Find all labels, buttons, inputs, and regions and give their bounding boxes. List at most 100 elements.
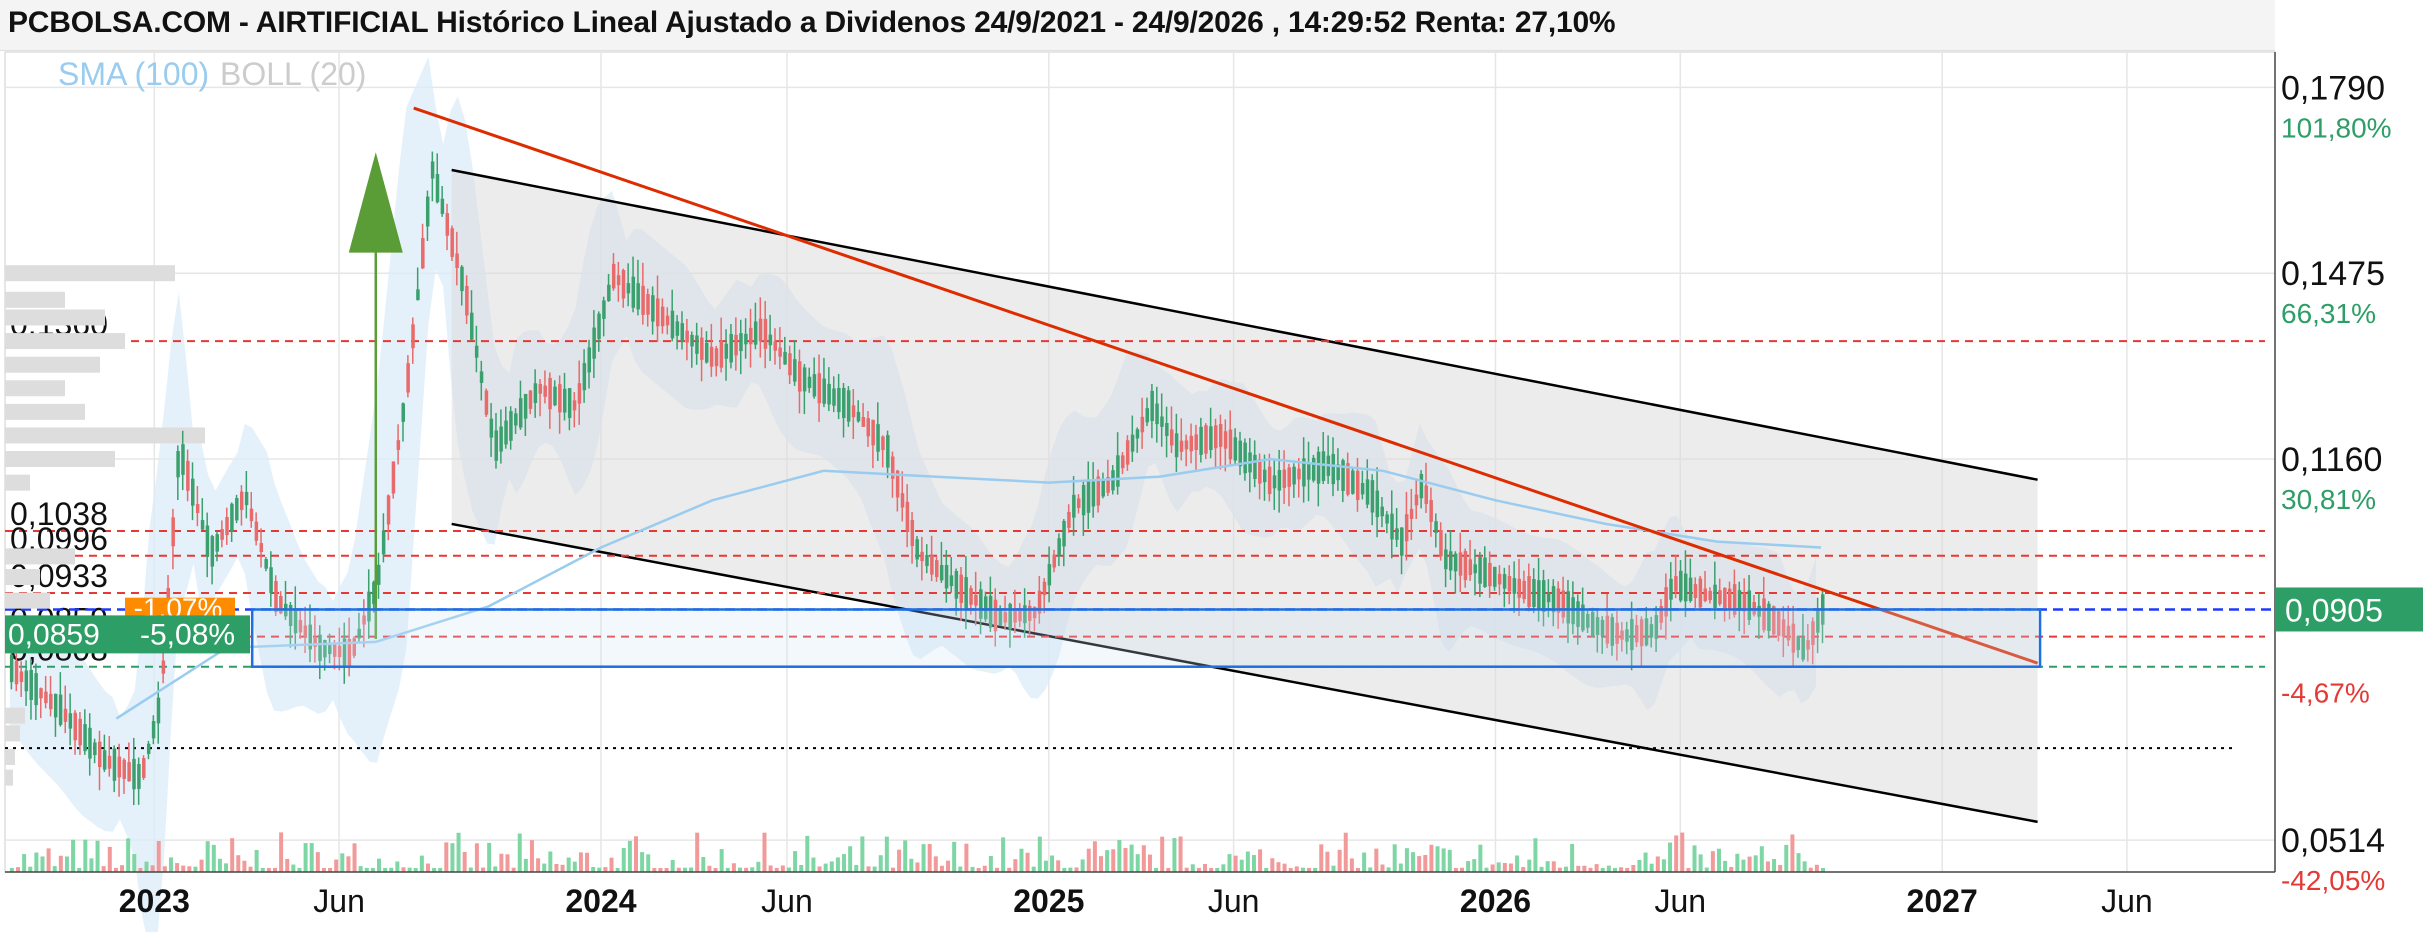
volume-bar bbox=[1160, 836, 1165, 872]
volume-bar bbox=[1172, 838, 1177, 872]
volume-bar bbox=[1411, 852, 1416, 872]
volume-profile-bar bbox=[5, 427, 205, 444]
volume-bar bbox=[542, 863, 547, 872]
candle-body bbox=[616, 275, 621, 286]
volume-bar bbox=[878, 855, 883, 872]
trend-channel bbox=[451, 168, 2038, 824]
candle-body bbox=[1439, 530, 1443, 557]
candle-body bbox=[528, 390, 533, 409]
candle-body bbox=[1688, 577, 1693, 601]
candle-body bbox=[538, 384, 543, 394]
volume-profile-bar bbox=[5, 748, 15, 765]
candle-body bbox=[788, 353, 792, 376]
candle-body bbox=[807, 376, 812, 388]
volume-bar bbox=[1680, 832, 1685, 872]
volume-bar bbox=[1814, 864, 1819, 872]
candle-body bbox=[239, 491, 244, 510]
volume-bar bbox=[83, 839, 88, 872]
candle-body bbox=[514, 413, 518, 426]
candle-body bbox=[822, 378, 826, 404]
candle-body bbox=[558, 384, 562, 413]
candle-body bbox=[49, 693, 53, 710]
volume-bar bbox=[1117, 840, 1122, 872]
candle-body bbox=[842, 387, 846, 419]
candle-body bbox=[264, 559, 268, 569]
time-tick-label: Jun bbox=[1654, 883, 1706, 919]
volume-bar bbox=[1343, 832, 1348, 872]
volume-bar bbox=[1092, 841, 1097, 872]
volume-bar bbox=[1441, 848, 1446, 872]
volume-bar bbox=[1276, 862, 1281, 872]
volume-bar bbox=[811, 857, 816, 872]
candle-body bbox=[107, 755, 112, 769]
volume-bar bbox=[1496, 862, 1501, 872]
volume-bar bbox=[1056, 860, 1061, 872]
volume-profile-bar bbox=[5, 707, 25, 724]
candle-body bbox=[871, 419, 875, 446]
volume-bar bbox=[425, 863, 430, 872]
candle-body bbox=[1169, 429, 1174, 446]
time-tick-label: Jun bbox=[761, 883, 813, 919]
candle-body bbox=[935, 560, 939, 578]
volume-bar bbox=[254, 849, 259, 872]
volume-bar bbox=[1001, 837, 1006, 872]
candle-body bbox=[1150, 390, 1154, 421]
candle-body bbox=[1292, 466, 1296, 485]
candle-body bbox=[1174, 433, 1179, 458]
candle-body bbox=[749, 327, 753, 345]
volume-bar bbox=[964, 843, 969, 872]
candle-body bbox=[1199, 426, 1203, 455]
volume-bar bbox=[1319, 844, 1324, 872]
candle-body bbox=[63, 708, 68, 722]
candle-body bbox=[1209, 426, 1213, 450]
time-tick-label: 2025 bbox=[1013, 883, 1084, 919]
volume-bar bbox=[1392, 844, 1397, 872]
candle-body bbox=[176, 451, 180, 478]
volume-bar bbox=[848, 846, 853, 872]
candle-body bbox=[1448, 551, 1453, 571]
candle-body bbox=[592, 327, 596, 359]
volume-profile-bar bbox=[5, 403, 85, 420]
candle-body bbox=[88, 727, 92, 759]
candle-body bbox=[230, 503, 234, 532]
volume-bar bbox=[1490, 864, 1495, 872]
price-tick-label: 0,1790 bbox=[2281, 69, 2385, 107]
candle-body bbox=[1047, 564, 1052, 586]
volume-bar bbox=[1123, 847, 1128, 872]
candle-body bbox=[215, 534, 219, 552]
volume-bar bbox=[346, 856, 351, 872]
volume-bar bbox=[529, 840, 534, 872]
candle-body bbox=[1355, 470, 1360, 501]
candle-body bbox=[391, 461, 396, 494]
candle-body bbox=[597, 313, 601, 340]
candle-body bbox=[1267, 466, 1272, 495]
volume-bar bbox=[536, 858, 541, 872]
candle-body bbox=[274, 581, 278, 613]
volume-bar bbox=[1631, 864, 1636, 872]
candle-body bbox=[553, 386, 557, 406]
volume-bar bbox=[585, 852, 590, 872]
volume-bar bbox=[1655, 856, 1660, 872]
volume-bar bbox=[1105, 850, 1110, 872]
candle-body bbox=[1541, 580, 1546, 612]
volume-bar bbox=[175, 863, 180, 872]
price-pct-label: 66,31% bbox=[2281, 298, 2376, 329]
candle-body bbox=[915, 539, 919, 560]
price-chart[interactable]: 0,13600,10380,09960,09330,08590,0808 -1,… bbox=[0, 0, 2426, 932]
candle-body bbox=[1081, 485, 1086, 516]
volume-bar bbox=[762, 832, 767, 872]
current-price-label: 0,0905 bbox=[2285, 592, 2383, 628]
candle-body bbox=[611, 263, 616, 289]
candle-body bbox=[930, 554, 934, 575]
candle-body bbox=[719, 340, 724, 368]
volume-bar bbox=[1429, 844, 1434, 872]
volume-bar bbox=[224, 863, 229, 872]
candle-body bbox=[1458, 552, 1463, 576]
volume-bar bbox=[988, 856, 993, 872]
candle-body bbox=[744, 333, 748, 345]
volume-bar bbox=[566, 857, 571, 872]
volume-bar bbox=[1331, 865, 1336, 872]
volume-bar bbox=[921, 844, 926, 872]
volume-bar bbox=[554, 863, 559, 872]
candle-body bbox=[641, 285, 645, 315]
